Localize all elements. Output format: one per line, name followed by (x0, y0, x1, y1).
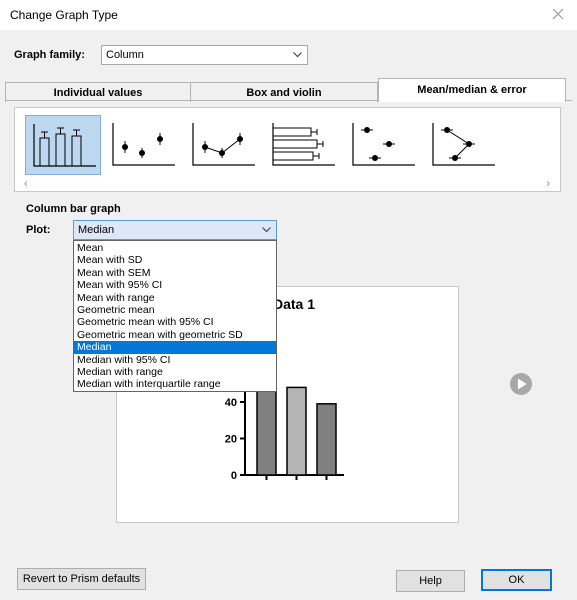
play-icon[interactable] (509, 372, 533, 396)
plot-options-list[interactable]: Mean Mean with SD Mean with SEM Mean with 9… (73, 240, 277, 392)
plot-option[interactable]: Mean with SD (74, 254, 276, 266)
plot-option[interactable]: Median with 95% CI (74, 354, 276, 366)
plot-option[interactable]: Median with interquartile range (74, 378, 276, 390)
bar (286, 386, 307, 476)
help-button[interactable]: Help (396, 570, 465, 592)
y-tick-label: 20 (225, 434, 237, 446)
plot-option[interactable]: Mean (74, 242, 276, 254)
plot-option[interactable]: Geometric mean (74, 304, 276, 316)
bar (316, 403, 337, 476)
plot-option[interactable]: Mean with 95% CI (74, 279, 276, 291)
revert-defaults-button[interactable]: Revert to Prism defaults (17, 568, 146, 590)
plot-option[interactable]: Geometric mean with 95% CI (74, 316, 276, 328)
y-tick-label: 0 (231, 470, 237, 482)
plot-option[interactable]: Median (74, 341, 276, 354)
ok-button[interactable]: OK (481, 569, 552, 591)
bar (256, 377, 277, 476)
y-tick-label: 40 (225, 397, 237, 409)
plot-option[interactable]: Geometric mean with geometric SD (74, 329, 276, 341)
plot-option[interactable]: Median with range (74, 366, 276, 378)
plot-option[interactable]: Mean with range (74, 292, 276, 304)
plot-option[interactable]: Mean with SEM (74, 267, 276, 279)
